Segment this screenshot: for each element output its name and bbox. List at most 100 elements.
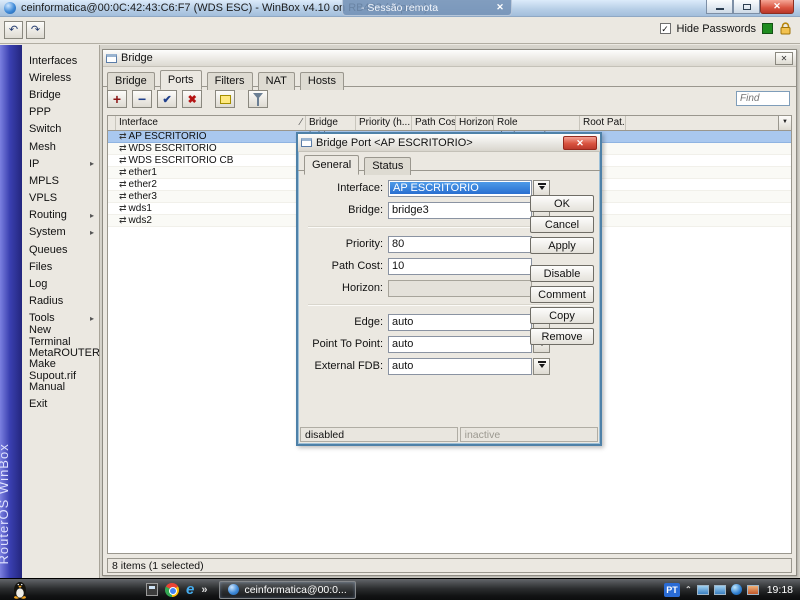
status-inactive: inactive	[460, 427, 598, 442]
edge-label: Edge:	[304, 316, 388, 328]
ok-button[interactable]: OK	[530, 195, 594, 212]
point-to-point-label: Point To Point:	[304, 338, 388, 350]
col-role[interactable]: Role	[494, 116, 580, 130]
col-bridge[interactable]: Bridge	[306, 116, 356, 130]
ports-toolbar: + − ✔ ✖	[103, 87, 796, 111]
close-button[interactable]: ✕	[760, 0, 794, 14]
alert-monitor-icon[interactable]	[747, 585, 759, 595]
interface-icon: ⇄	[119, 131, 127, 141]
close-icon: ✕	[773, 1, 781, 12]
interface-icon: ⇄	[119, 179, 127, 189]
start-tux-icon[interactable]	[12, 580, 28, 599]
dialog-tabs: General Status	[298, 152, 600, 171]
cell-interface: WDS ESCRITORIO CB	[129, 155, 234, 166]
enable-button[interactable]: ✔	[157, 90, 177, 108]
dialog-status-bar: disabled inactive	[300, 427, 598, 442]
title-bar[interactable]: ceinformatica@00:0C:42:43:C6:F7 (WDS ESC…	[0, 0, 800, 17]
bridge-combobox[interactable]: bridge3	[388, 202, 532, 219]
cancel-button[interactable]: Cancel	[530, 216, 594, 233]
col-path-cost[interactable]: Path Cost	[412, 116, 456, 130]
col-root-path[interactable]: Root Pat...	[580, 116, 626, 130]
point-to-point-combobox[interactable]: auto	[388, 336, 532, 353]
redo-icon: ↷	[31, 24, 40, 36]
interface-icon: ⇄	[119, 167, 127, 177]
priority-input[interactable]: 80	[388, 236, 532, 253]
desktop: ceinformatica@00:0C:42:43:C6:F7 (WDS ESC…	[0, 0, 800, 600]
sidebar-item-files[interactable]: Files	[22, 258, 99, 275]
sidebar-item-mpls[interactable]: MPLS	[22, 172, 99, 189]
path-cost-input[interactable]: 10	[388, 258, 532, 275]
app-toolbar: ↶ ↷ ✓ Hide Passwords	[0, 17, 800, 44]
system-tray: PT ⌃ 19:18	[664, 583, 796, 597]
traffic-indicator-icon	[762, 23, 773, 34]
column-chooser-button[interactable]: ▼	[778, 116, 791, 130]
terminal-app-icon[interactable]	[146, 583, 158, 596]
sidebar-item-new-terminal[interactable]: New Terminal	[22, 327, 99, 344]
table-header[interactable]: Interface∕ Bridge Priority (h... Path Co…	[108, 116, 791, 131]
comment-port-button[interactable]: Comment	[530, 286, 594, 303]
bridge-port-dialog: Bridge Port <AP ESCRITORIO> ✕ General St…	[296, 132, 602, 446]
winbox-app-icon	[4, 2, 16, 14]
network-globe-icon[interactable]	[731, 584, 742, 595]
comment-button[interactable]	[215, 90, 235, 108]
edge-combobox[interactable]: auto	[388, 314, 532, 331]
network-monitor-icon[interactable]	[697, 585, 709, 595]
col-priority[interactable]: Priority (h...	[356, 116, 412, 130]
sidebar-item-switch[interactable]: Switch	[22, 121, 99, 138]
interface-dropdown-button[interactable]	[533, 180, 550, 197]
hide-passwords-checkbox[interactable]: ✓	[660, 23, 671, 34]
submenu-arrow-icon: ▸	[90, 228, 94, 237]
disable-button[interactable]: ✖	[182, 90, 202, 108]
sidebar-item-radius[interactable]: Radius	[22, 293, 99, 310]
brand-strip: RouterOS WinBox	[0, 45, 22, 578]
apply-button[interactable]: Apply	[530, 237, 594, 254]
sidebar-item-exit[interactable]: Exit	[22, 396, 99, 413]
sidebar-item-queues[interactable]: Queues	[22, 241, 99, 258]
chrome-icon[interactable]	[165, 583, 179, 597]
sidebar-item-mesh[interactable]: Mesh	[22, 138, 99, 155]
maximize-button[interactable]	[733, 0, 760, 14]
col-interface[interactable]: Interface∕	[116, 116, 306, 130]
col-horizon[interactable]: Horizon	[456, 116, 494, 130]
dialog-close-button[interactable]: ✕	[563, 136, 597, 150]
interface-combobox[interactable]: AP ESCRITORIO	[388, 180, 532, 197]
external-fdb-combobox[interactable]: auto	[388, 358, 532, 375]
bridge-label: Bridge:	[304, 204, 388, 216]
add-button[interactable]: +	[107, 90, 127, 108]
sidebar-item-routing[interactable]: Routing ▸	[22, 207, 99, 224]
bridge-window-caption[interactable]: Bridge ✕	[103, 50, 796, 67]
sidebar-item-wireless[interactable]: Wireless	[22, 69, 99, 86]
external-fdb-dropdown-button[interactable]	[533, 358, 550, 375]
cell-interface: wds1	[129, 203, 152, 214]
find-input[interactable]	[736, 91, 790, 106]
bridge-window-close-button[interactable]: ✕	[775, 52, 793, 65]
undo-button[interactable]: ↶	[4, 21, 23, 39]
redo-button[interactable]: ↷	[26, 21, 45, 39]
sidebar-item-interfaces[interactable]: Interfaces	[22, 52, 99, 69]
winbox-taskbar-button[interactable]: ceinformatica@00:0...	[219, 581, 355, 599]
sidebar-item-bridge[interactable]: Bridge	[22, 86, 99, 103]
remote-session-close-icon[interactable]: ✕	[493, 2, 507, 13]
dialog-caption[interactable]: Bridge Port <AP ESCRITORIO> ✕	[298, 134, 600, 152]
cell-interface: AP ESCRITORIO	[129, 131, 207, 142]
internet-explorer-icon[interactable]: e	[186, 583, 194, 597]
sidebar-item-log[interactable]: Log	[22, 275, 99, 292]
sidebar-item-system[interactable]: System ▸	[22, 224, 99, 241]
filter-button[interactable]	[248, 90, 268, 108]
sidebar-item-make-supout-rif[interactable]: Make Supout.rif	[22, 361, 99, 378]
minimize-button[interactable]	[706, 0, 733, 14]
network-monitor-icon[interactable]	[714, 585, 726, 595]
sidebar-item-ip[interactable]: IP ▸	[22, 155, 99, 172]
disable-port-button[interactable]: Disable	[530, 265, 594, 282]
tray-expand-icon[interactable]: ⌃	[685, 585, 692, 594]
sidebar-item-ppp[interactable]: PPP	[22, 104, 99, 121]
remove-button[interactable]: Remove	[530, 328, 594, 345]
overflow-chevron-icon[interactable]: »	[201, 584, 207, 596]
sidebar-item-vpls[interactable]: VPLS	[22, 190, 99, 207]
priority-label: Priority:	[304, 238, 388, 250]
filter-funnel-icon	[253, 93, 263, 104]
horizon-input[interactable]	[388, 280, 532, 297]
copy-button[interactable]: Copy	[530, 307, 594, 324]
language-indicator[interactable]: PT	[664, 583, 680, 597]
remove-from-list-button[interactable]: −	[132, 90, 152, 108]
